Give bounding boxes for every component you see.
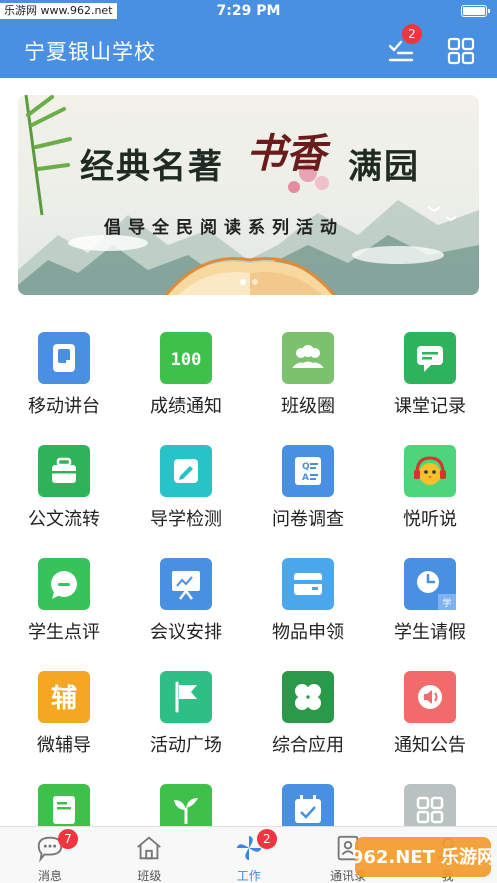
grid-item[interactable]: 学生点评 bbox=[2, 556, 126, 656]
top-navbar: 宁夏银山学校 2 bbox=[0, 22, 497, 78]
grid-item[interactable]: 物品申领 bbox=[246, 556, 370, 656]
tab-pinwheel[interactable]: 工作 2 bbox=[199, 827, 299, 883]
tab-badge: 7 bbox=[58, 829, 78, 849]
grid-item[interactable]: 公文流转 bbox=[2, 443, 126, 543]
grid-item[interactable]: 活动广场 bbox=[124, 669, 248, 769]
wallet-icon bbox=[282, 558, 334, 610]
headphone-chick-icon bbox=[404, 445, 456, 497]
grid-item-label: 公文流转 bbox=[28, 509, 100, 530]
grid-item[interactable]: Q A 问卷调查 bbox=[246, 443, 370, 543]
svg-text:962.NET 乐游网: 962.NET 乐游网 bbox=[353, 846, 493, 868]
tab-home[interactable]: 班级 bbox=[99, 827, 199, 883]
grid-item[interactable]: 会议安排 bbox=[124, 556, 248, 656]
carousel-dot-active bbox=[239, 279, 246, 285]
status-time: 7:29 PM bbox=[216, 3, 281, 19]
grid-item-label: 学生点评 bbox=[28, 622, 100, 643]
grid-item[interactable]: 导学检测 bbox=[124, 443, 248, 543]
tutor-icon: 辅 bbox=[38, 671, 90, 723]
grid-item-label: 成绩通知 bbox=[150, 396, 222, 417]
tab-badge: 2 bbox=[256, 829, 277, 849]
home-icon bbox=[133, 833, 165, 863]
tab-message[interactable]: 消息 7 bbox=[0, 827, 100, 883]
speaker-icon bbox=[404, 671, 456, 723]
score-100-icon: 100 bbox=[160, 332, 212, 384]
grid-item[interactable]: 移动讲台 bbox=[2, 330, 126, 430]
brand-watermark: 962.NET 乐游网 bbox=[353, 837, 493, 877]
svg-text:学: 学 bbox=[442, 597, 451, 609]
banner-carousel[interactable]: 经典名著 书香 满园 倡导全民阅读系列活动 bbox=[18, 95, 479, 295]
meeting-board-icon bbox=[160, 558, 212, 610]
grid-item-label: 学生请假 bbox=[394, 622, 466, 643]
battery-icon bbox=[461, 5, 490, 17]
grid-item-label: 通知公告 bbox=[394, 735, 466, 756]
grid-item-label: 悦听说 bbox=[403, 509, 457, 530]
grid-item-label: 物品申领 bbox=[272, 622, 344, 643]
tab-label: 班级 bbox=[137, 869, 162, 883]
grid-item-label: 移动讲台 bbox=[28, 396, 100, 417]
status-bar: 乐游网 www.962.net 7:29 PM bbox=[0, 0, 497, 22]
grid-item-label: 问卷调查 bbox=[272, 509, 344, 530]
carousel-dot bbox=[251, 279, 258, 285]
group-icon bbox=[282, 332, 334, 384]
grid-item-label: 微辅导 bbox=[37, 735, 91, 756]
lectern-icon bbox=[38, 332, 90, 384]
questionnaire-icon: QA bbox=[282, 445, 334, 497]
grid-item[interactable]: 通知公告 bbox=[368, 669, 492, 769]
banner-subline: 倡导全民阅读系列活动 bbox=[104, 218, 344, 238]
svg-text:Q: Q bbox=[302, 462, 310, 472]
svg-text:100: 100 bbox=[171, 350, 202, 370]
grid-item[interactable]: 辅微辅导 bbox=[2, 669, 126, 769]
grid-item-label: 导学检测 bbox=[150, 509, 222, 530]
page-title: 宁夏银山学校 bbox=[24, 40, 156, 64]
banner-headline-left: 经典名著 bbox=[80, 147, 224, 187]
flag-icon bbox=[160, 671, 212, 723]
apps-button[interactable] bbox=[446, 36, 476, 66]
todo-badge: 2 bbox=[402, 24, 422, 44]
comment-icon bbox=[38, 558, 90, 610]
classroom-chat-icon bbox=[404, 332, 456, 384]
grid-item[interactable]: 班级圈 bbox=[246, 330, 370, 430]
tab-label: 消息 bbox=[37, 869, 62, 883]
grid-item-label: 综合应用 bbox=[272, 735, 344, 756]
banner-calligraphy: 书香 bbox=[246, 130, 326, 177]
grid-item-label: 活动广场 bbox=[150, 735, 222, 756]
grid-item[interactable]: 学学生请假 bbox=[368, 556, 492, 656]
grid-item[interactable]: 悦听说 bbox=[368, 443, 492, 543]
grid-item[interactable]: 100 成绩通知 bbox=[124, 330, 248, 430]
edit-check-icon bbox=[160, 445, 212, 497]
grid-apps-icon bbox=[447, 37, 475, 65]
svg-text:辅: 辅 bbox=[51, 684, 77, 714]
banner-headline-right: 满园 bbox=[348, 147, 420, 187]
grid-item[interactable]: 综合应用 bbox=[246, 669, 370, 769]
leave-clock-icon: 学 bbox=[404, 558, 456, 610]
tab-label: 工作 bbox=[236, 869, 261, 883]
grid-item-label: 会议安排 bbox=[150, 622, 222, 643]
svg-text:A: A bbox=[302, 473, 309, 483]
grid-item[interactable]: 课堂记录 bbox=[368, 330, 492, 430]
clover-icon bbox=[282, 671, 334, 723]
todo-button[interactable]: 2 bbox=[384, 24, 422, 66]
carousel-dots bbox=[18, 270, 479, 289]
briefcase-icon bbox=[38, 445, 90, 497]
grid-item-label: 课堂记录 bbox=[394, 396, 466, 417]
grid-item-label: 班级圈 bbox=[281, 396, 335, 417]
